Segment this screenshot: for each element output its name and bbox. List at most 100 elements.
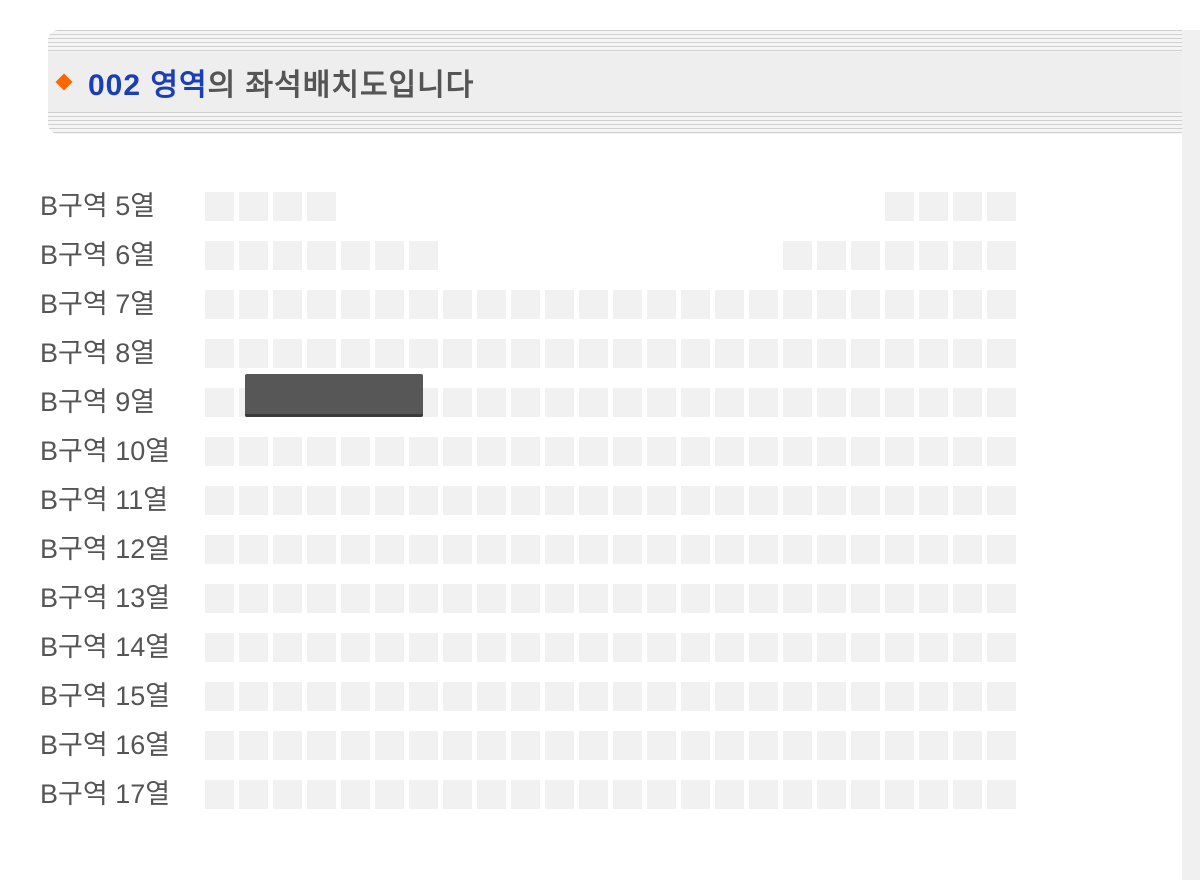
- seat[interactable]: [579, 290, 608, 319]
- seat[interactable]: [919, 731, 948, 760]
- seat[interactable]: [205, 290, 234, 319]
- seat[interactable]: [443, 584, 472, 613]
- seat[interactable]: [409, 682, 438, 711]
- seat[interactable]: [443, 437, 472, 466]
- seat[interactable]: [987, 339, 1016, 368]
- seat[interactable]: [511, 633, 540, 662]
- seat[interactable]: [375, 780, 404, 809]
- seat[interactable]: [715, 486, 744, 515]
- seat[interactable]: [919, 339, 948, 368]
- seat[interactable]: [273, 241, 302, 270]
- seat[interactable]: [477, 339, 506, 368]
- seat[interactable]: [681, 437, 710, 466]
- seat[interactable]: [783, 731, 812, 760]
- seat[interactable]: [715, 682, 744, 711]
- seat[interactable]: [613, 780, 642, 809]
- seat[interactable]: [749, 437, 778, 466]
- seat[interactable]: [307, 731, 336, 760]
- seat[interactable]: [783, 584, 812, 613]
- seat[interactable]: [681, 682, 710, 711]
- seat[interactable]: [477, 682, 506, 711]
- seat[interactable]: [409, 486, 438, 515]
- seat[interactable]: [239, 584, 268, 613]
- seat[interactable]: [885, 241, 914, 270]
- seat[interactable]: [613, 731, 642, 760]
- seat[interactable]: [851, 731, 880, 760]
- seat[interactable]: [443, 290, 472, 319]
- seat[interactable]: [715, 535, 744, 564]
- seat[interactable]: [205, 682, 234, 711]
- seat[interactable]: [715, 731, 744, 760]
- seat[interactable]: [783, 339, 812, 368]
- seat[interactable]: [579, 584, 608, 613]
- seat[interactable]: [545, 486, 574, 515]
- seat[interactable]: [647, 437, 676, 466]
- seat[interactable]: [817, 290, 846, 319]
- seat[interactable]: [953, 633, 982, 662]
- seat[interactable]: [749, 535, 778, 564]
- seat[interactable]: [239, 633, 268, 662]
- seat[interactable]: [817, 388, 846, 417]
- seat[interactable]: [545, 535, 574, 564]
- seat[interactable]: [545, 388, 574, 417]
- seat[interactable]: [375, 682, 404, 711]
- seat[interactable]: [919, 535, 948, 564]
- seat[interactable]: [885, 290, 914, 319]
- seat[interactable]: [545, 584, 574, 613]
- seat[interactable]: [375, 241, 404, 270]
- seat[interactable]: [613, 437, 642, 466]
- seat[interactable]: [375, 584, 404, 613]
- seat[interactable]: [613, 290, 642, 319]
- seat[interactable]: [851, 780, 880, 809]
- seat[interactable]: [681, 388, 710, 417]
- seat[interactable]: [239, 192, 268, 221]
- seat[interactable]: [477, 486, 506, 515]
- seat[interactable]: [851, 388, 880, 417]
- seat[interactable]: [239, 290, 268, 319]
- seat[interactable]: [307, 633, 336, 662]
- seat[interactable]: [409, 535, 438, 564]
- seat[interactable]: [205, 192, 234, 221]
- seat[interactable]: [885, 437, 914, 466]
- seat[interactable]: [375, 633, 404, 662]
- seat[interactable]: [681, 486, 710, 515]
- seat[interactable]: [273, 437, 302, 466]
- seat[interactable]: [375, 486, 404, 515]
- seat[interactable]: [987, 682, 1016, 711]
- seat[interactable]: [409, 633, 438, 662]
- seat[interactable]: [817, 535, 846, 564]
- seat[interactable]: [613, 486, 642, 515]
- seat[interactable]: [341, 731, 370, 760]
- seat[interactable]: [511, 437, 540, 466]
- seat[interactable]: [579, 633, 608, 662]
- seat[interactable]: [817, 339, 846, 368]
- seat[interactable]: [341, 633, 370, 662]
- seat[interactable]: [579, 437, 608, 466]
- seat[interactable]: [477, 437, 506, 466]
- seat[interactable]: [273, 584, 302, 613]
- seat[interactable]: [681, 780, 710, 809]
- seat[interactable]: [817, 241, 846, 270]
- seat[interactable]: [477, 780, 506, 809]
- seat[interactable]: [511, 584, 540, 613]
- seat[interactable]: [953, 437, 982, 466]
- seat[interactable]: [511, 535, 540, 564]
- seat[interactable]: [273, 290, 302, 319]
- seat[interactable]: [545, 290, 574, 319]
- seat[interactable]: [851, 486, 880, 515]
- seat[interactable]: [987, 486, 1016, 515]
- seat[interactable]: [715, 780, 744, 809]
- seat[interactable]: [307, 241, 336, 270]
- seat[interactable]: [919, 437, 948, 466]
- seat[interactable]: [817, 682, 846, 711]
- seat[interactable]: [647, 290, 676, 319]
- seat[interactable]: [681, 535, 710, 564]
- seat[interactable]: [987, 388, 1016, 417]
- seat[interactable]: [511, 731, 540, 760]
- seat[interactable]: [885, 486, 914, 515]
- seat[interactable]: [885, 682, 914, 711]
- seat[interactable]: [579, 486, 608, 515]
- seat[interactable]: [273, 633, 302, 662]
- seat[interactable]: [511, 388, 540, 417]
- seat[interactable]: [851, 290, 880, 319]
